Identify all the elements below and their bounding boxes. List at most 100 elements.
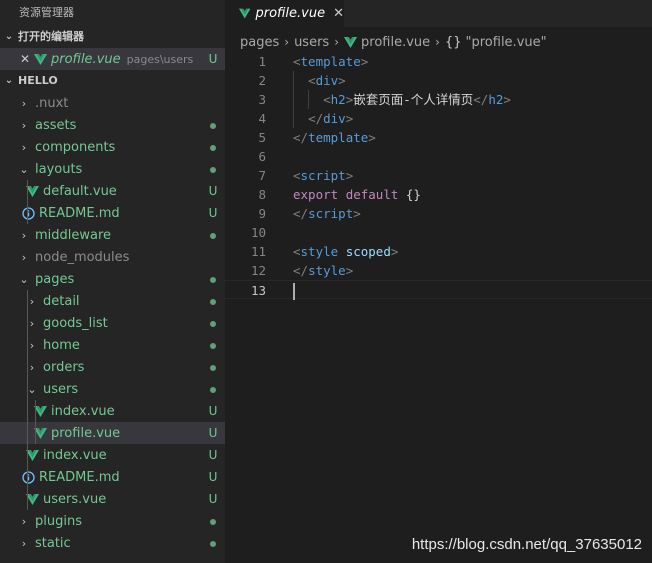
tree-file-users-vue[interactable]: users.vue U <box>0 488 225 510</box>
tree-folder-nuxt[interactable]: › .nuxt <box>0 92 225 114</box>
code-line: 9 </script> <box>225 204 652 223</box>
chevron-right-icon: › <box>21 514 27 528</box>
breadcrumb: pages › users › profile.vue › {} "profil… <box>240 32 547 52</box>
tree-file-readme[interactable]: README.md U <box>0 202 225 224</box>
open-editor-item[interactable]: ✕ profile.vue pages\users U <box>0 48 225 70</box>
tree-folder-users[interactable]: ⌄ users <box>0 378 225 400</box>
tree-folder-detail[interactable]: › detail <box>0 290 225 312</box>
tree-item-label: README.md <box>39 205 120 221</box>
chevron-down-icon: ⌄ <box>4 75 14 86</box>
tree-folder-assets[interactable]: › assets <box>0 114 225 136</box>
chevron-right-icon: › <box>21 228 27 242</box>
code-token: 嵌套页面-个人详情页 <box>353 92 474 107</box>
tree-folder-components[interactable]: › components <box>0 136 225 158</box>
tree-file-default-vue[interactable]: default.vue U <box>0 180 225 202</box>
tree-folder-layouts[interactable]: ⌄ layouts <box>0 158 225 180</box>
open-editor-filename: profile.vue <box>51 51 121 67</box>
tree-folder-home[interactable]: › home <box>0 334 225 356</box>
chevron-right-icon: › <box>21 118 27 132</box>
line-number: 5 <box>258 130 266 145</box>
breadcrumb-item[interactable]: profile.vue <box>361 35 430 50</box>
code-token: div <box>315 73 339 88</box>
tree-folder-orders[interactable]: › orders <box>0 356 225 378</box>
tree-item-label: users.vue <box>43 491 107 507</box>
vue-file-icon <box>34 53 47 65</box>
chevron-right-icon: › <box>284 35 290 49</box>
git-status-dot <box>201 162 225 176</box>
code-editor[interactable]: 1 <template> 2 <div> 3 <h2>嵌套页面-个人详情页</h… <box>225 52 652 300</box>
tree-item-label: assets <box>35 117 77 133</box>
line-number: 6 <box>258 149 266 164</box>
git-status-untracked: U <box>208 52 218 66</box>
code-token: template <box>300 54 361 69</box>
breadcrumb-item[interactable]: pages <box>240 35 279 50</box>
vue-file-icon <box>344 36 358 48</box>
line-number: 10 <box>250 225 266 240</box>
tab-profile-vue[interactable]: profile.vue ✕ <box>225 0 344 27</box>
info-icon <box>20 206 36 220</box>
chevron-right-icon: › <box>21 96 27 110</box>
breadcrumb-item[interactable]: users <box>294 35 329 50</box>
watermark: https://blog.csdn.net/qq_37635012 <box>411 536 642 553</box>
chevron-right-icon: › <box>21 140 27 154</box>
code-line: 2 <div> <box>225 71 652 90</box>
tree-file-profile-vue[interactable]: profile.vue U <box>0 422 225 444</box>
line-number: 7 <box>258 168 266 183</box>
code-token: export <box>293 187 339 202</box>
code-token: scoped <box>345 244 391 259</box>
tree-folder-static[interactable]: › static <box>0 532 225 554</box>
chevron-right-icon: › <box>435 35 440 49</box>
tree-file-pages-index-vue[interactable]: index.vue U <box>0 444 225 466</box>
close-icon[interactable]: ✕ <box>333 6 344 21</box>
git-status-dot <box>201 514 225 528</box>
code-line: 7 <script> <box>225 166 652 185</box>
tree-folder-middleware[interactable]: › middleware <box>0 224 225 246</box>
workspace-header[interactable]: ⌄ HELLO <box>0 70 225 92</box>
vue-file-icon <box>239 8 251 19</box>
code-line-current: 13 <box>225 280 652 300</box>
tree-folder-goods-list[interactable]: › goods_list <box>0 312 225 334</box>
git-status-dot <box>201 294 225 308</box>
tree-item-label: orders <box>43 359 85 375</box>
breadcrumb-item[interactable]: "profile.vue" <box>466 35 547 50</box>
git-status-untracked: U <box>208 492 218 506</box>
chevron-down-icon: ⌄ <box>19 162 29 176</box>
line-number: 3 <box>258 92 266 107</box>
tree-item-label: goods_list <box>43 315 108 331</box>
editor-tab-bar: profile.vue ✕ <box>225 0 652 27</box>
line-number: 1 <box>258 54 266 69</box>
tree-folder-pages[interactable]: ⌄ pages <box>0 268 225 290</box>
tree-item-label: home <box>43 337 80 353</box>
git-status-untracked: U <box>208 448 218 462</box>
tree-item-label: node_modules <box>35 249 130 265</box>
braces-icon: {} <box>444 34 462 50</box>
tree-item-label: components <box>35 139 116 155</box>
chevron-right-icon: › <box>334 35 340 49</box>
tree-file-users-index-vue[interactable]: index.vue U <box>0 400 225 422</box>
code-line: 10 <box>225 223 652 242</box>
tree-file-pages-readme[interactable]: README.md U <box>0 466 225 488</box>
tree-item-label: .nuxt <box>35 95 69 111</box>
code-token: {} <box>405 187 421 202</box>
tree-folder-node-modules[interactable]: › node_modules <box>0 246 225 268</box>
code-line: 4 </div> <box>225 109 652 128</box>
line-number: 12 <box>250 263 266 278</box>
line-number: 4 <box>258 111 266 126</box>
line-number: 11 <box>250 244 266 259</box>
code-token: div <box>323 111 346 126</box>
tree-item-label: users <box>43 381 79 397</box>
chevron-down-icon: ⌄ <box>4 31 14 42</box>
close-icon[interactable]: ✕ <box>20 52 34 66</box>
code-token: script <box>300 168 346 183</box>
git-status-dot <box>201 316 225 330</box>
code-token: h2 <box>488 92 504 107</box>
code-line: 12 </style> <box>225 261 652 280</box>
tree-item-label: detail <box>43 293 80 309</box>
tree-folder-plugins[interactable]: › plugins <box>0 510 225 532</box>
code-line: 1 <template> <box>225 52 652 71</box>
code-token: style <box>308 263 346 278</box>
tree-item-label: README.md <box>39 469 120 485</box>
code-token: template <box>308 130 369 145</box>
git-status-dot <box>201 118 225 132</box>
open-editors-header[interactable]: ⌄ 打开的编辑器 <box>0 26 225 48</box>
